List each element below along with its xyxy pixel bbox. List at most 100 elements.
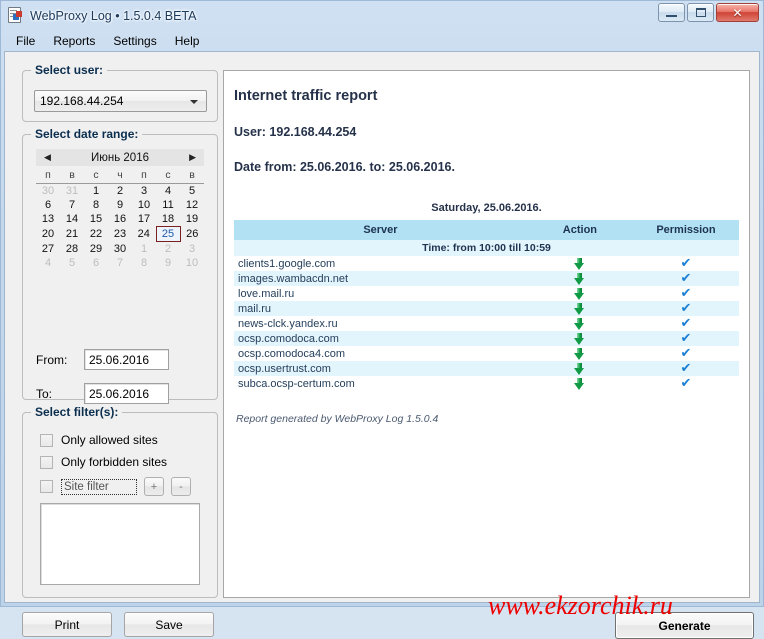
to-date-row: To: 25.06.2016 [36,383,169,404]
menu-item-file[interactable]: File [7,32,44,50]
download-arrow-icon [574,332,585,345]
maximize-button[interactable] [687,3,714,22]
close-button[interactable]: ✕ [716,3,759,22]
select-date-range-group: Select date range: ◀ Июнь 2016 ▶ п в с ч [22,127,218,404]
calendar-week-row: 6 7 8 9 10 11 12 [36,198,204,212]
calendar-day[interactable]: 13 [36,212,60,227]
menu-item-settings[interactable]: Settings [104,32,165,50]
only-allowed-sites-row[interactable]: Only allowed sites [40,433,158,447]
calendar-day[interactable]: 7 [108,256,132,270]
calendar-day[interactable]: 3 [180,242,204,257]
allowed-check-icon: ✔ [680,271,692,286]
table-row: love.mail.ru ✔ [234,286,739,301]
user-combobox[interactable]: 192.168.44.254 [34,90,207,112]
calendar-day[interactable]: 27 [36,242,60,257]
calendar[interactable]: ◀ Июнь 2016 ▶ п в с ч п с в 30 31 1 2 3 … [36,149,204,270]
column-header-action: Action [526,220,633,240]
calendar-day[interactable]: 18 [156,212,180,227]
calendar-day[interactable]: 4 [36,256,60,270]
calendar-week-row: 4 5 6 7 8 9 10 [36,256,204,270]
cell-server: images.wambacdn.net [234,271,527,286]
calendar-day[interactable]: 17 [132,212,156,227]
report-user-line: User: 192.168.44.254 [234,125,357,139]
table-row: clients1.google.com ✔ [234,256,739,271]
calendar-day-selected[interactable]: 25 [155,226,181,242]
select-date-range-label: Select date range: [31,127,143,141]
calendar-day[interactable]: 26 [180,227,204,242]
calendar-day[interactable]: 2 [156,242,180,257]
calendar-day[interactable]: 9 [108,198,132,212]
calendar-day[interactable]: 10 [180,256,204,270]
calendar-day[interactable]: 6 [84,256,108,270]
calendar-day[interactable]: 16 [108,212,132,227]
only-forbidden-sites-label: Only forbidden sites [61,455,168,469]
report-date-line: Date from: 25.06.2016. to: 25.06.2016. [234,160,455,174]
site-filter-listbox[interactable] [40,503,200,585]
cell-server: news-clck.yandex.ru [234,316,527,331]
calendar-day[interactable]: 23 [108,227,132,242]
calendar-day[interactable]: 6 [36,198,60,212]
print-button[interactable]: Print [22,612,112,637]
allowed-check-icon: ✔ [680,331,692,346]
calendar-day[interactable]: 3 [132,184,156,199]
select-user-label: Select user: [31,63,108,77]
calendar-day[interactable]: 30 [108,242,132,257]
save-button[interactable]: Save [124,612,214,637]
calendar-weekday-row: п в с ч п с в [36,168,204,184]
calendar-day[interactable]: 7 [60,198,84,212]
from-date-input[interactable]: 25.06.2016 [84,349,169,370]
calendar-day[interactable]: 22 [84,227,108,242]
menu-item-reports[interactable]: Reports [44,32,104,50]
download-arrow-icon [574,302,585,315]
calendar-day[interactable]: 5 [60,256,84,270]
site-filter-input[interactable]: Site filter [61,478,137,495]
menu-item-help[interactable]: Help [166,32,209,50]
calendar-day[interactable]: 5 [180,184,204,199]
calendar-day[interactable]: 4 [156,184,180,199]
calendar-day[interactable]: 12 [180,198,204,212]
calendar-day[interactable]: 8 [84,198,108,212]
add-filter-button[interactable]: + [144,477,164,496]
site-filter-checkbox[interactable] [40,480,53,493]
calendar-week-row: 27 28 29 30 1 2 3 [36,242,204,257]
calendar-day[interactable]: 2 [108,184,132,199]
calendar-day[interactable]: 1 [132,242,156,257]
calendar-day[interactable]: 15 [84,212,108,227]
calendar-day[interactable]: 31 [60,184,84,199]
close-icon: ✕ [732,5,743,20]
calendar-day[interactable]: 30 [36,184,60,199]
remove-filter-button[interactable]: - [171,477,191,496]
site-filter-row[interactable]: Site filter + - [40,477,191,496]
table-row: mail.ru ✔ [234,301,739,316]
minimize-icon [666,15,677,17]
report-panel[interactable]: Internet traffic report User: 192.168.44… [223,70,750,598]
calendar-prev-icon[interactable]: ◀ [44,153,51,162]
calendar-day[interactable]: 10 [132,198,156,212]
calendar-weekday: в [180,168,204,184]
calendar-day[interactable]: 19 [180,212,204,227]
only-allowed-sites-label: Only allowed sites [61,433,158,447]
calendar-day[interactable]: 24 [132,227,156,242]
calendar-day[interactable]: 20 [36,227,60,242]
only-allowed-sites-checkbox[interactable] [40,433,53,447]
minimize-button[interactable] [658,3,685,22]
calendar-day[interactable]: 1 [84,184,108,199]
calendar-day[interactable]: 28 [60,242,84,257]
calendar-day[interactable]: 29 [84,242,108,257]
calendar-day[interactable]: 21 [60,227,84,242]
calendar-day[interactable]: 14 [60,212,84,227]
calendar-day[interactable]: 9 [156,256,180,270]
cell-permission: ✔ [632,331,739,346]
cell-permission: ✔ [632,256,739,271]
to-date-input[interactable]: 25.06.2016 [84,383,169,404]
cell-server: ocsp.usertrust.com [234,361,527,376]
calendar-week-row: 30 31 1 2 3 4 5 [36,184,204,199]
calendar-day[interactable]: 11 [156,198,180,212]
report-footer: Report generated by WebProxy Log 1.5.0.4 [236,413,439,425]
calendar-next-icon[interactable]: ▶ [189,153,196,162]
cell-action [526,316,633,331]
only-forbidden-sites-row[interactable]: Only forbidden sites [40,455,167,469]
only-forbidden-sites-checkbox[interactable] [40,455,53,469]
calendar-day[interactable]: 8 [132,256,156,270]
report-table: Server Action Permission Time: from 10:0… [234,220,739,391]
